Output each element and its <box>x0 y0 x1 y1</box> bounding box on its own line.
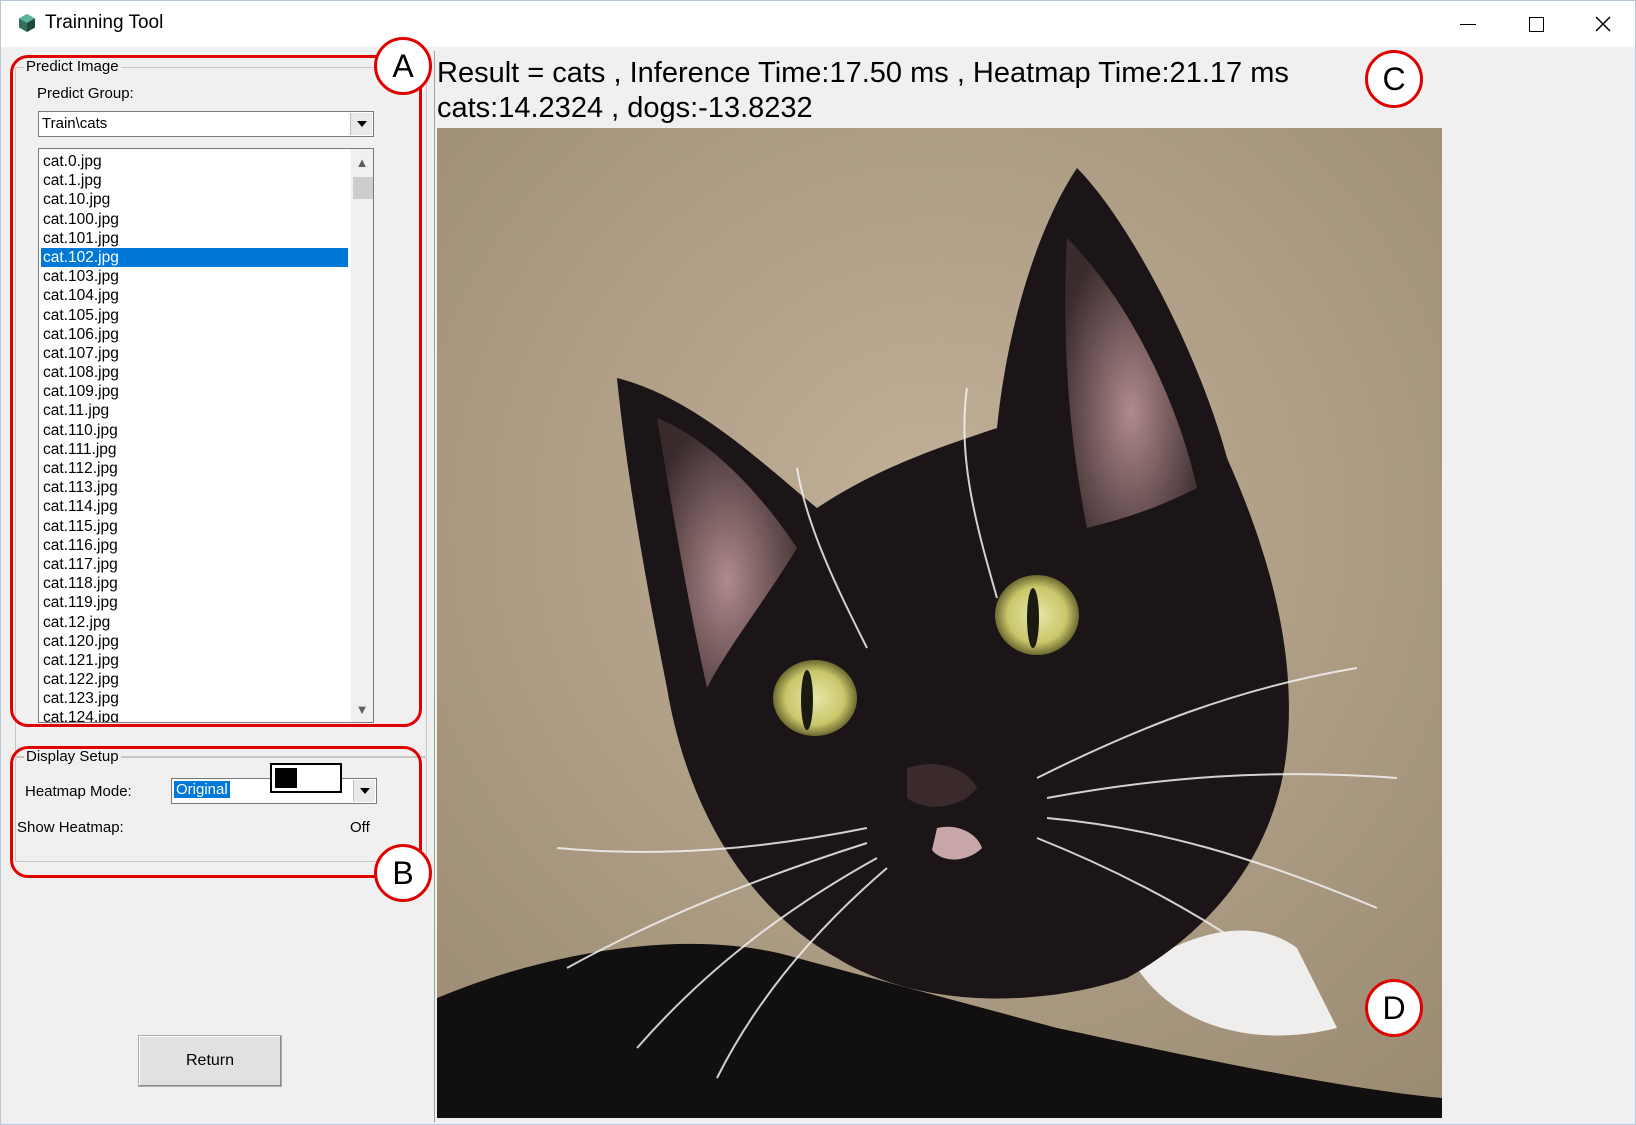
callout-b-box <box>10 746 422 878</box>
callout-c-label: C <box>1365 50 1423 108</box>
cat-illustration <box>437 128 1442 1118</box>
callout-a-label: A <box>374 37 432 95</box>
close-button[interactable] <box>1569 1 1636 47</box>
maximize-button[interactable] <box>1502 1 1570 47</box>
app-cube-icon <box>19 14 35 32</box>
minimize-button[interactable] <box>1434 1 1502 47</box>
callout-d-label: D <box>1365 979 1423 1037</box>
callout-a-box <box>10 55 422 727</box>
predicted-image <box>437 128 1442 1118</box>
window-title: Trainning Tool <box>45 12 164 33</box>
maximize-icon <box>1528 16 1544 32</box>
app-window: Trainning Tool Predict Image Predict Gro… <box>0 0 1636 1125</box>
title-bar: Trainning Tool <box>1 1 1635 47</box>
minimize-icon <box>1460 23 1476 25</box>
result-scores: cats:14.2324 , dogs:-13.8232 <box>437 92 813 124</box>
result-summary: Result = cats , Inference Time:17.50 ms … <box>437 57 1289 89</box>
callout-b-label: B <box>374 844 432 902</box>
return-button[interactable]: Return <box>138 1035 282 1087</box>
close-icon <box>1595 16 1611 32</box>
